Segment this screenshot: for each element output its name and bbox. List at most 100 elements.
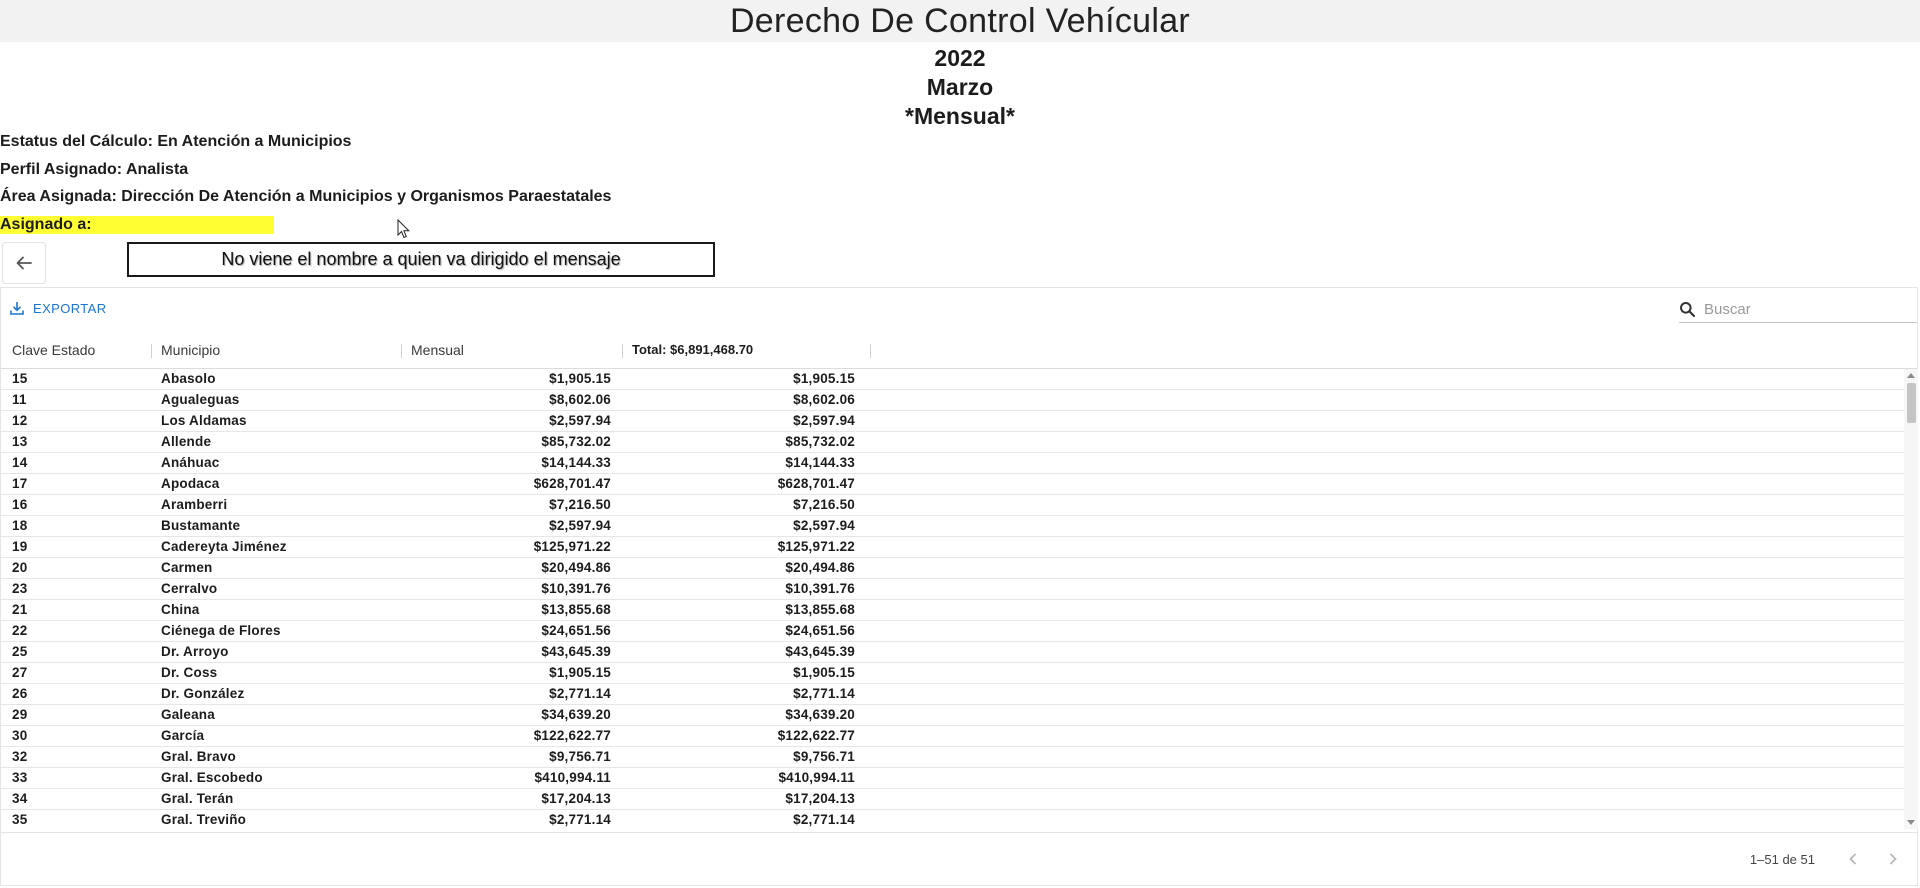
cell-total: $2,597.94 xyxy=(793,413,855,428)
cell-total: $1,905.15 xyxy=(793,665,855,680)
cell-clave: 13 xyxy=(12,434,28,449)
search-field[interactable] xyxy=(1679,296,1917,323)
table-row[interactable]: 26 Dr. González $2,771.14 $2,771.14 xyxy=(1,684,1907,705)
pagination-text: 1–51 de 51 xyxy=(1749,852,1815,867)
table-row[interactable]: 33 Gral. Escobedo $410,994.11 $410,994.11 xyxy=(1,768,1907,789)
cell-total: $2,597.94 xyxy=(793,518,855,533)
cell-mensual: $2,597.94 xyxy=(549,413,611,428)
column-header-mensual[interactable]: Mensual xyxy=(411,332,464,368)
cell-municipio: García xyxy=(161,728,205,743)
cell-mensual: $9,756.71 xyxy=(549,749,611,764)
cell-municipio: Allende xyxy=(161,434,212,449)
cell-total: $17,204.13 xyxy=(785,791,855,806)
cell-total: $628,701.47 xyxy=(777,476,855,491)
cell-clave: 34 xyxy=(12,791,28,806)
back-button[interactable] xyxy=(2,242,46,284)
table-row[interactable]: 34 Gral. Terán $17,204.13 $17,204.13 xyxy=(1,789,1907,810)
export-button[interactable]: EXPORTAR xyxy=(9,300,107,316)
scroll-down-arrow-icon[interactable] xyxy=(1907,820,1915,825)
cell-municipio: Dr. González xyxy=(161,686,245,701)
cell-municipio: Carmen xyxy=(161,560,213,575)
cell-mensual: $24,651.56 xyxy=(541,623,611,638)
column-header-total[interactable]: Total: $6,891,468.70 xyxy=(632,332,753,368)
cell-clave: 18 xyxy=(12,518,28,533)
table-row[interactable]: 35 Gral. Treviño $2,771.14 $2,771.14 xyxy=(1,810,1907,829)
column-header-clave[interactable]: Clave Estado xyxy=(12,332,95,368)
chevron-right-icon xyxy=(1889,853,1897,865)
cell-total: $14,144.33 xyxy=(785,455,855,470)
cell-total: $13,855.68 xyxy=(785,602,855,617)
table-row[interactable]: 12 Los Aldamas $2,597.94 $2,597.94 xyxy=(1,411,1907,432)
cell-municipio: China xyxy=(161,602,200,617)
column-separator[interactable] xyxy=(151,344,152,358)
cell-mensual: $14,144.33 xyxy=(541,455,611,470)
cell-municipio: Galeana xyxy=(161,707,215,722)
table-row[interactable]: 15 Abasolo $1,905.15 $1,905.15 xyxy=(1,369,1907,390)
cell-mensual: $34,639.20 xyxy=(541,707,611,722)
table-row[interactable]: 20 Carmen $20,494.86 $20,494.86 xyxy=(1,558,1907,579)
column-separator[interactable] xyxy=(622,344,623,358)
table-row[interactable]: 27 Dr. Coss $1,905.15 $1,905.15 xyxy=(1,663,1907,684)
cell-municipio: Agualeguas xyxy=(161,392,240,407)
table-row[interactable]: 32 Gral. Bravo $9,756.71 $9,756.71 xyxy=(1,747,1907,768)
cell-clave: 12 xyxy=(12,413,28,428)
table-row[interactable]: 21 China $13,855.68 $13,855.68 xyxy=(1,600,1907,621)
cell-clave: 26 xyxy=(12,686,28,701)
chevron-left-icon xyxy=(1849,853,1857,865)
cell-total: $2,771.14 xyxy=(793,686,855,701)
month-heading: Marzo xyxy=(926,74,994,100)
table-row[interactable]: 19 Cadereyta Jiménez $125,971.22 $125,971.2… xyxy=(1,537,1907,558)
cell-municipio: Cadereyta Jiménez xyxy=(161,539,287,554)
cell-mensual: $13,855.68 xyxy=(541,602,611,617)
cell-municipio: Bustamante xyxy=(161,518,241,533)
table-row[interactable]: 18 Bustamante $2,597.94 $2,597.94 xyxy=(1,516,1907,537)
table-row[interactable]: 14 Anáhuac $14,144.33 $14,144.33 xyxy=(1,453,1907,474)
table-row[interactable]: 13 Allende $85,732.02 $85,732.02 xyxy=(1,432,1907,453)
cell-clave: 20 xyxy=(12,560,28,575)
table-row[interactable]: 29 Galeana $34,639.20 $34,639.20 xyxy=(1,705,1907,726)
cell-municipio: Cerralvo xyxy=(161,581,218,596)
cell-total: $7,216.50 xyxy=(793,497,855,512)
cell-mensual: $43,645.39 xyxy=(541,644,611,659)
cell-total: $20,494.86 xyxy=(785,560,855,575)
cell-municipio: Gral. Treviño xyxy=(161,812,247,827)
vertical-scrollbar[interactable] xyxy=(1904,369,1918,829)
cell-total: $2,771.14 xyxy=(793,812,855,827)
assigned-to-label: Asignado a: xyxy=(0,216,274,234)
column-separator[interactable] xyxy=(401,344,402,358)
cell-total: $1,905.15 xyxy=(793,371,855,386)
cell-clave: 11 xyxy=(12,392,27,407)
scrollbar-thumb[interactable] xyxy=(1907,383,1916,423)
previous-page-button[interactable] xyxy=(1843,849,1863,869)
export-label: EXPORTAR xyxy=(33,300,107,316)
table-row[interactable]: 11 Agualeguas $8,602.06 $8,602.06 xyxy=(1,390,1907,411)
cell-clave: 25 xyxy=(12,644,28,659)
cell-clave: 19 xyxy=(12,539,28,554)
scroll-up-arrow-icon[interactable] xyxy=(1907,373,1915,378)
column-separator[interactable] xyxy=(870,344,871,358)
next-page-button[interactable] xyxy=(1883,849,1903,869)
cell-mensual: $410,994.11 xyxy=(534,770,611,785)
cell-clave: 23 xyxy=(12,581,28,596)
cell-clave: 17 xyxy=(12,476,28,491)
search-input[interactable] xyxy=(1702,299,1906,319)
cell-mensual: $1,905.15 xyxy=(549,665,611,680)
table-row[interactable]: 23 Cerralvo $10,391.76 $10,391.76 xyxy=(1,579,1907,600)
cell-clave: 16 xyxy=(12,497,28,512)
cell-total: $85,732.02 xyxy=(785,434,855,449)
table-row[interactable]: 17 Apodaca $628,701.47 $628,701.47 xyxy=(1,474,1907,495)
cell-total: $122,622.77 xyxy=(777,728,855,743)
cell-mensual: $2,771.14 xyxy=(549,812,611,827)
cell-municipio: Apodaca xyxy=(161,476,220,491)
cell-total: $410,994.11 xyxy=(778,770,855,785)
table-row[interactable]: 16 Aramberri $7,216.50 $7,216.50 xyxy=(1,495,1907,516)
cell-total: $43,645.39 xyxy=(785,644,855,659)
table-row[interactable]: 25 Dr. Arroyo $43,645.39 $43,645.39 xyxy=(1,642,1907,663)
cell-total: $24,651.56 xyxy=(785,623,855,638)
search-icon xyxy=(1680,301,1696,317)
table-row[interactable]: 22 Ciénega de Flores $24,651.56 $24,651.56 xyxy=(1,621,1907,642)
cell-municipio: Ciénega de Flores xyxy=(161,623,281,638)
table-row[interactable]: 30 García $122,622.77 $122,622.77 xyxy=(1,726,1907,747)
column-header-municipio[interactable]: Municipio xyxy=(161,332,220,368)
cell-clave: 21 xyxy=(12,602,28,617)
